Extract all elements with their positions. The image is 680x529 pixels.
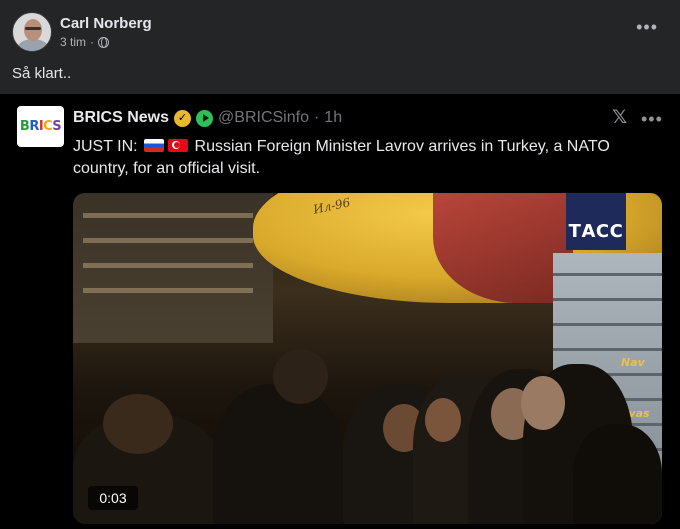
post-header: Carl Norberg 3 tim · [12,12,152,52]
tweet-separator: · [313,109,320,126]
post-time[interactable]: 3 tim [60,34,86,50]
crowd [73,294,662,524]
affiliate-badge-icon [196,109,214,127]
tweet-author-name[interactable]: BRICS News [73,108,169,128]
brics-avatar[interactable]: BRICS [17,106,64,147]
tweet-handle[interactable]: @BRICSinfo [218,108,309,128]
post-text: Så klart.. [12,65,72,82]
russia-flag-icon [144,139,165,152]
more-options-icon[interactable]: ••• [636,18,658,36]
verified-badge-icon: ✓ [174,109,192,127]
author-avatar[interactable] [12,12,52,52]
video-duration: 0:03 [88,486,138,510]
tass-watermark: ТАСС [566,193,626,250]
x-logo-icon[interactable]: 𝕏 [612,106,627,128]
meta-separator: · [90,35,95,49]
turkey-flag-icon [168,139,189,152]
tweet-text: JUST IN: Russian Foreign Minister Lavrov… [73,136,663,180]
author-name[interactable]: Carl Norberg [60,14,152,34]
tweet-more-icon[interactable]: ••• [641,110,663,128]
tweet-prefix: JUST IN: [73,138,138,155]
tass-logo-text: ТАСС [568,221,624,242]
globe-icon [98,36,110,48]
tweet-video[interactable]: Ил-96 Nav avas ТАСС 0:03 [73,193,662,524]
tweet-time[interactable]: 1h [324,108,342,128]
embedded-tweet[interactable]: BRICS BRICS News ✓ @BRICSinfo · 1h 𝕏 •••… [0,94,680,529]
